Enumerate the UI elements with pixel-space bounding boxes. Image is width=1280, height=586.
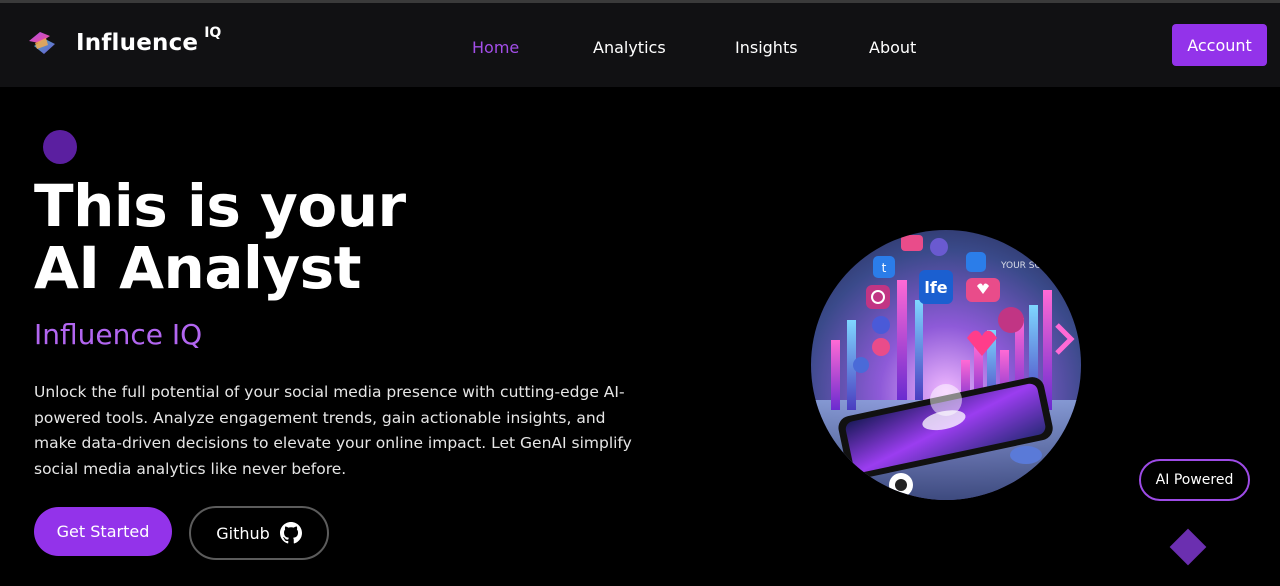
hero-headline-line2: AI Analyst: [34, 234, 361, 302]
github-icon: [279, 522, 302, 544]
brand[interactable]: Influence IQ: [26, 25, 222, 59]
github-button[interactable]: Github: [189, 506, 329, 560]
svg-text:t: t: [882, 261, 887, 275]
social-media-phone-illustration: t lfe YOUR SOCI: [811, 230, 1081, 500]
logo-icon: [29, 32, 55, 54]
hero-illustration: t lfe YOUR SOCI: [811, 230, 1081, 500]
github-label: Github: [216, 523, 270, 543]
hero-subhead: Influence IQ: [34, 318, 203, 351]
ai-powered-badge: AI Powered: [1139, 459, 1250, 501]
navbar: Influence IQ Home Analytics Insights Abo…: [0, 3, 1280, 87]
account-button[interactable]: Account: [1172, 24, 1267, 66]
nav-home[interactable]: Home: [472, 38, 519, 57]
nav-insights[interactable]: Insights: [735, 38, 798, 57]
decorative-dot: [43, 130, 77, 164]
image-app-text: lfe: [924, 278, 947, 297]
brand-superscript: IQ: [204, 25, 222, 41]
nav-analytics[interactable]: Analytics: [593, 38, 666, 57]
hero-headline: This is your AI Analyst: [34, 175, 406, 299]
nav-about[interactable]: About: [869, 38, 916, 57]
hero-headline-line1: This is your: [34, 172, 406, 240]
decorative-diamond: [1169, 528, 1207, 566]
hero-description: Unlock the full potential of your social…: [34, 383, 632, 478]
brand-name: Influence: [76, 30, 199, 56]
image-top-right-text: YOUR SOCI: [1000, 261, 1051, 271]
get-started-button[interactable]: Get Started: [34, 507, 172, 556]
